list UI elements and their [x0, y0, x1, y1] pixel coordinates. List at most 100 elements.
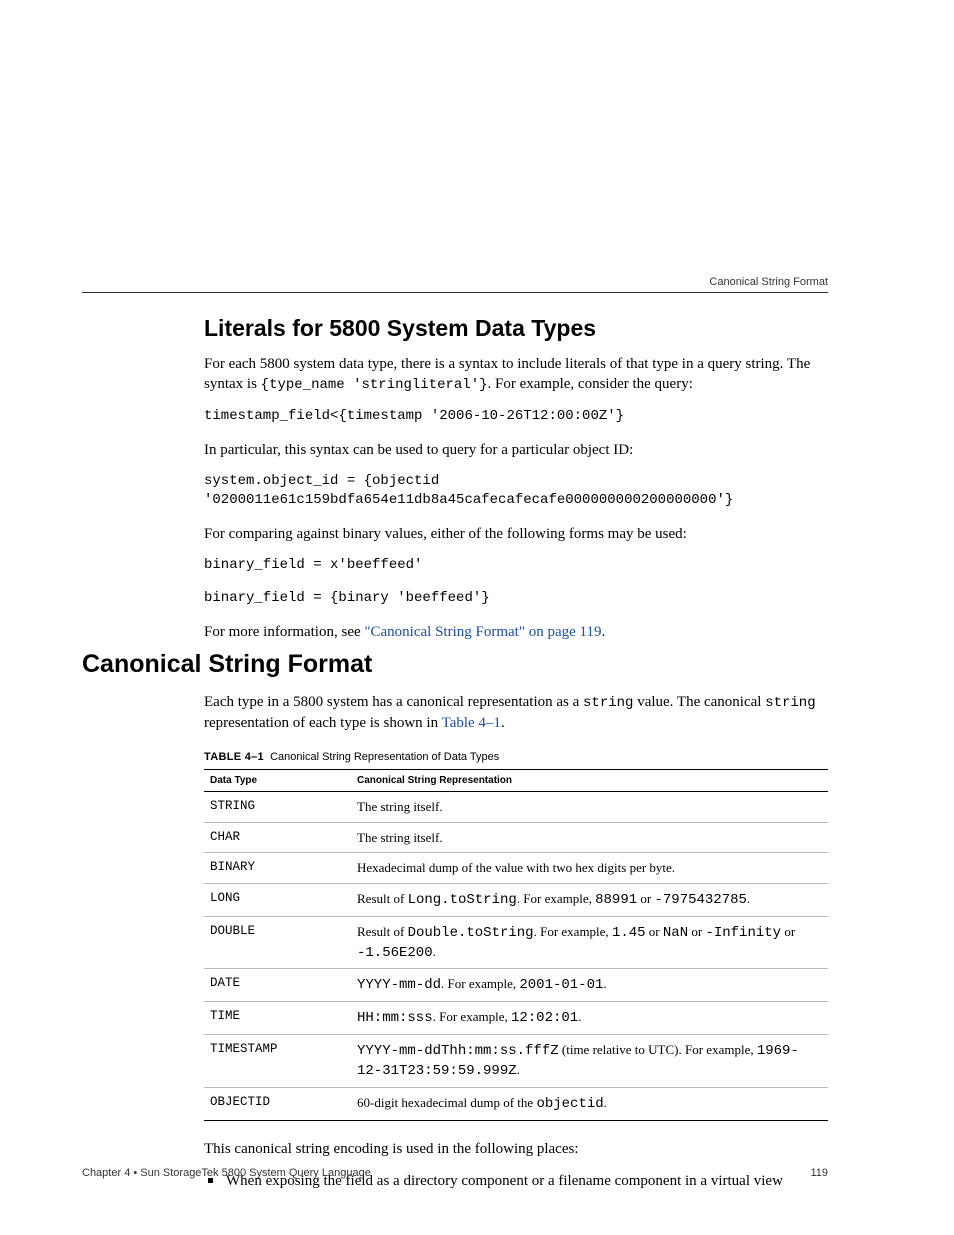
text: representation of each type is shown in: [204, 715, 442, 731]
inline-code: 2001-01-01: [519, 977, 603, 993]
inline-code: string: [583, 695, 633, 711]
text: Result of: [357, 924, 408, 939]
table-row: CHAR The string itself.: [204, 822, 828, 853]
code-block-3: binary_field = x'beeffeed': [204, 556, 828, 575]
text: (time relative to UTC). For example,: [559, 1042, 757, 1057]
text: The string itself.: [357, 830, 443, 845]
text: .: [578, 1009, 581, 1024]
text: . For example,: [433, 1009, 511, 1024]
text: The string itself.: [357, 799, 443, 814]
footer-chapter: Chapter 4 • Sun StorageTek 5800 System Q…: [82, 1167, 371, 1179]
table-row: DOUBLEResult of Double.toString. For exa…: [204, 916, 828, 969]
cell-representation: Result of Long.toString. For example, 88…: [351, 883, 828, 916]
text: Each type in a 5800 system has a canonic…: [204, 694, 583, 710]
inline-code: NaN: [663, 925, 688, 941]
cell-data-type: STRING: [204, 792, 351, 823]
cell-representation: YYYY-mm-dd. For example, 2001-01-01.: [351, 969, 828, 1002]
para-5: Each type in a 5800 system has a canonic…: [204, 692, 828, 733]
para-2: In particular, this syntax can be used t…: [204, 440, 828, 460]
page: Canonical String Format Literals for 580…: [0, 0, 954, 1235]
inline-code: objectid: [536, 1096, 603, 1112]
inline-code: Double.toString: [408, 925, 534, 941]
code-block-2: system.object_id = {objectid '0200011e61…: [204, 472, 828, 510]
table-title: Canonical String Representation of Data …: [270, 751, 499, 763]
cell-representation: The string itself.: [351, 822, 828, 853]
header-rule: [82, 292, 828, 293]
inline-code: HH:mm:sss: [357, 1010, 433, 1026]
cell-data-type: DATE: [204, 969, 351, 1002]
text: .: [517, 1062, 520, 1077]
para-6: This canonical string encoding is used i…: [204, 1139, 828, 1159]
text: or: [781, 924, 795, 939]
text: .: [433, 944, 436, 959]
footer-page-number: 119: [810, 1167, 828, 1179]
table-caption: TABLE 4–1 Canonical String Representatio…: [204, 751, 828, 763]
col-header-data-type: Data Type: [204, 770, 351, 792]
table-row: OBJECTID60-digit hexadecimal dump of the…: [204, 1088, 828, 1121]
inline-code: YYYY-mm-dd: [357, 977, 441, 993]
table-header-row: Data Type Canonical String Representatio…: [204, 770, 828, 792]
text: . For example, consider the query:: [488, 376, 693, 392]
inline-code: 12:02:01: [511, 1010, 578, 1026]
para-1: For each 5800 system data type, there is…: [204, 354, 828, 395]
code-block-4: binary_field = {binary 'beeffeed'}: [204, 589, 828, 608]
cell-representation: 60-digit hexadecimal dump of the objecti…: [351, 1088, 828, 1121]
text: Result of: [357, 891, 408, 906]
text: Hexadecimal dump of the value with two h…: [357, 860, 675, 875]
cell-data-type: BINARY: [204, 853, 351, 884]
code-block-1: timestamp_field<{timestamp '2006-10-26T1…: [204, 407, 828, 426]
text: or: [688, 924, 705, 939]
inline-code: {type_name 'stringliteral'}: [261, 377, 488, 393]
table-row: TIMESTAMPYYYY-mm-ddThh:mm:ss.fffZ (time …: [204, 1035, 828, 1088]
text: .: [603, 976, 606, 991]
text: .: [601, 624, 605, 640]
table-row: TIMEHH:mm:sss. For example, 12:02:01.: [204, 1002, 828, 1035]
inline-code: 1.45: [612, 925, 646, 941]
content-block-1: Literals for 5800 System Data Types For …: [204, 315, 828, 654]
text: .: [604, 1095, 607, 1110]
table-row: STRING The string itself.: [204, 792, 828, 823]
inline-code: Long.toString: [408, 892, 517, 908]
cell-data-type: LONG: [204, 883, 351, 916]
text: . For example,: [517, 891, 595, 906]
text: or: [646, 924, 663, 939]
table-canonical-string: Data Type Canonical String Representatio…: [204, 769, 828, 1121]
inline-code: -7975432785: [654, 892, 746, 908]
link-canonical-string-format[interactable]: "Canonical String Format" on page 119: [364, 624, 601, 640]
cell-representation: Result of Double.toString. For example, …: [351, 916, 828, 969]
text: .: [501, 715, 505, 731]
table-label: TABLE 4–1: [204, 751, 264, 763]
inline-code: 88991: [595, 892, 637, 908]
inline-code: -1.56E200: [357, 945, 433, 961]
text: .: [747, 891, 750, 906]
text: . For example,: [534, 924, 612, 939]
text: For more information, see: [204, 624, 364, 640]
page-footer: Chapter 4 • Sun StorageTek 5800 System Q…: [82, 1167, 828, 1179]
cell-data-type: CHAR: [204, 822, 351, 853]
content-block-2: Each type in a 5800 system has a canonic…: [204, 692, 828, 1191]
inline-code: string: [765, 695, 815, 711]
table-row: LONGResult of Long.toString. For example…: [204, 883, 828, 916]
cell-representation: Hexadecimal dump of the value with two h…: [351, 853, 828, 884]
inline-code: YYYY-mm-ddThh:mm:ss.fffZ: [357, 1043, 559, 1059]
link-table-4-1[interactable]: Table 4–1: [442, 715, 501, 731]
table-row: DATEYYYY-mm-dd. For example, 2001-01-01.: [204, 969, 828, 1002]
para-4: For more information, see "Canonical Str…: [204, 622, 828, 642]
text: . For example,: [441, 976, 519, 991]
heading-literals: Literals for 5800 System Data Types: [204, 315, 828, 342]
cell-representation: HH:mm:sss. For example, 12:02:01.: [351, 1002, 828, 1035]
table-row: BINARY Hexadecimal dump of the value with…: [204, 853, 828, 884]
para-3: For comparing against binary values, eit…: [204, 524, 828, 544]
inline-code: -Infinity: [705, 925, 781, 941]
cell-data-type: OBJECTID: [204, 1088, 351, 1121]
text: value. The canonical: [633, 694, 765, 710]
cell-representation: YYYY-mm-ddThh:mm:ss.fffZ (time relative …: [351, 1035, 828, 1088]
running-head: Canonical String Format: [709, 276, 828, 288]
heading-canonical: Canonical String Format: [82, 650, 828, 679]
cell-data-type: TIME: [204, 1002, 351, 1035]
col-header-representation: Canonical String Representation: [351, 770, 828, 792]
cell-representation: The string itself.: [351, 792, 828, 823]
cell-data-type: DOUBLE: [204, 916, 351, 969]
cell-data-type: TIMESTAMP: [204, 1035, 351, 1088]
text: or: [637, 891, 654, 906]
